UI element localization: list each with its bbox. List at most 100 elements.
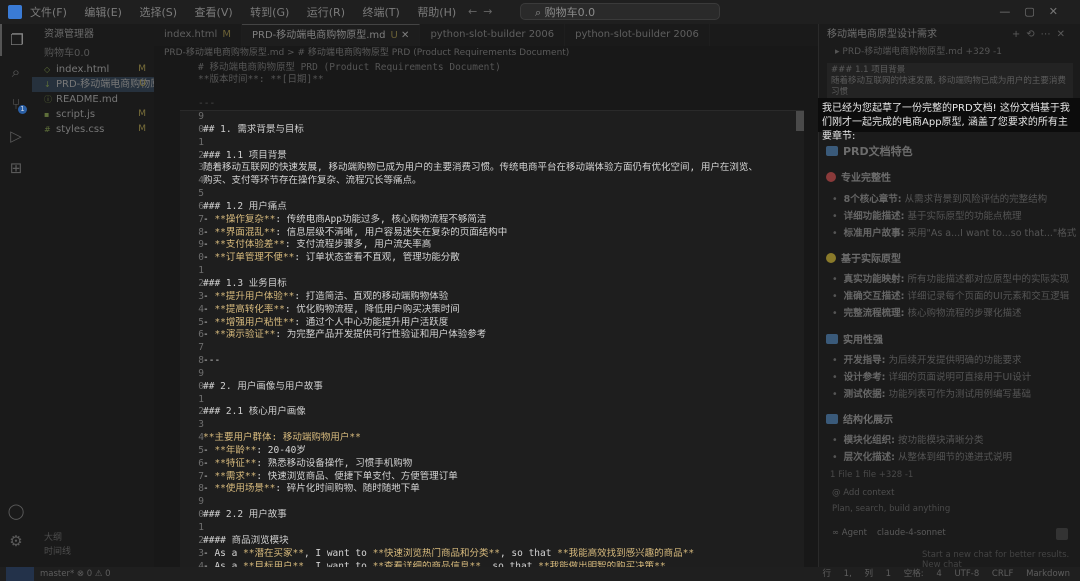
line-number: 2 — [198, 406, 204, 418]
outline-section[interactable]: 大纲 — [44, 531, 71, 545]
code-line[interactable] — [203, 419, 792, 432]
file-item[interactable]: ↓PRD-移动端电商购物原...U — [32, 77, 154, 92]
tab-label: PRD-移动端电商购物原型.md — [251, 30, 386, 41]
window-controls[interactable]: —▢✕ — [999, 5, 1072, 18]
code-line[interactable]: - **需求**: 快速浏览商品、便捷下单支付、方便管理订单 — [203, 471, 792, 484]
code-line[interactable]: ### 1.3 业务目标 — [203, 278, 792, 291]
breadcrumb[interactable]: PRD-移动端电商购物原型.md > # 移动端电商购物原型 PRD (Prod… — [154, 46, 818, 60]
editor-scrollbar[interactable] — [796, 111, 804, 131]
code-line[interactable] — [203, 394, 792, 407]
menu-selection[interactable]: 选择(S) — [139, 6, 177, 19]
chat-toolbar-icons[interactable]: +⟲⋯✕ — [1012, 24, 1071, 46]
list-item: 完整流程梳理: 核心购物流程的步骤化描述 — [832, 305, 1022, 319]
files-changed-summary[interactable]: 1 File 1 file +328 -1 — [830, 470, 913, 480]
code-line[interactable]: - **特征**: 熟悉移动设备操作, 习惯手机购物 — [203, 458, 792, 471]
code-line[interactable] — [203, 111, 792, 124]
code-lines[interactable]: ## 1. 需求背景与目标 ### 1.1 项目背景 随着移动互联网的快速发展, 移… — [203, 111, 792, 567]
tab-slot-builder[interactable]: python-slot-builder 2006 — [420, 24, 566, 46]
code-line[interactable]: - **订单管理不便**: 订单状态查看不直观, 管理功能分散 — [203, 252, 792, 265]
code-line[interactable]: **主要用户群体: 移动端购物用户** — [203, 432, 792, 445]
line-number: 6 — [198, 200, 204, 212]
code-line[interactable]: ## 1. 需求背景与目标 — [203, 124, 792, 137]
activity-bar: ❐ ⌕ ⑂ 1 ▷ ⊞ ◯ ⚙ — [0, 24, 33, 567]
code-line[interactable]: ### 1.1 项目背景 — [203, 150, 792, 163]
send-icon[interactable] — [1056, 528, 1068, 540]
file-item[interactable]: ◇ index.html M — [32, 62, 154, 77]
code-line[interactable]: - **使用场景**: 碎片化时间购物、随时随地下单 — [203, 483, 792, 496]
js-file-icon: ▪ — [44, 110, 50, 119]
line-number: 7 — [198, 342, 204, 354]
list-item: 模块化组织: 按功能模块清晰分类 — [832, 432, 984, 446]
code-line[interactable]: - As a **潜在买家**, I want to **快速浏览热门商品和分类… — [203, 548, 792, 561]
code-editor-panel[interactable]: 901234567890123456789012345678901234 ## … — [180, 110, 804, 567]
status-left: master* ⊗ 0 ⚠ 0 — [6, 567, 111, 581]
tab-prd-md[interactable]: PRD-移动端电商购物原型.md U ✕ — [241, 24, 421, 46]
code-line[interactable]: ## 2. 用户画像与用户故事 — [203, 381, 792, 394]
code-line[interactable]: - **增强用户粘性**: 通过个人中心功能提升用户活跃度 — [203, 317, 792, 330]
code-line[interactable] — [203, 522, 792, 535]
add-context-button[interactable]: @ Add context — [832, 488, 894, 498]
timeline-section[interactable]: 时间线 — [44, 545, 71, 559]
project-folder[interactable]: 购物车0.0 — [32, 46, 154, 62]
section-title: 结构化展示 — [843, 415, 893, 426]
item-bold: 完整流程梳理: — [843, 308, 905, 319]
settings-gear-icon[interactable]: ⚙ — [0, 525, 32, 557]
file-item[interactable]: ⓘ README.md — [32, 92, 154, 107]
tab-slot-builder-2[interactable]: python-slot-builder 2006 — [565, 24, 710, 46]
code-line[interactable] — [203, 496, 792, 509]
menu-run[interactable]: 运行(R) — [307, 6, 345, 19]
file-item[interactable]: # styles.css M — [32, 122, 154, 137]
excerpt-line: ### 1.1 项目背景 — [831, 65, 906, 75]
nav-arrows[interactable]: ←→ — [468, 5, 498, 18]
close-icon[interactable]: ✕ — [401, 30, 409, 41]
code-line[interactable]: 购买、支付等环节存在操作复杂、流程冗长等痛点。 — [203, 175, 792, 188]
code-line[interactable]: - **支付体验差**: 支付流程步骤多, 用户流失率高 — [203, 239, 792, 252]
run-debug-icon[interactable]: ▷ — [0, 120, 32, 152]
tab-index-html[interactable]: index.html M — [154, 24, 242, 46]
chat-input[interactable]: Plan, search, build anything — [832, 504, 950, 514]
excerpt-line: 随着移动互联网的快速发展, 移动端购物已成为用户的主要消费习惯 — [831, 76, 1066, 97]
menu-terminal[interactable]: 终端(T) — [363, 6, 400, 19]
code-line[interactable]: - **提高转化率**: 优化购物流程, 降低用户购买决策时间 — [203, 304, 792, 317]
menu-edit[interactable]: 编辑(E) — [84, 6, 122, 19]
remote-indicator-icon[interactable] — [6, 567, 34, 581]
code-line[interactable] — [203, 368, 792, 381]
source-control-icon[interactable]: ⑂ 1 — [0, 88, 32, 120]
chart-icon — [826, 414, 838, 424]
code-line[interactable] — [203, 188, 792, 201]
menu-help[interactable]: 帮助(H) — [417, 6, 456, 19]
code-line[interactable]: - **提升用户体验**: 打造简洁、直观的移动端购物体验 — [203, 291, 792, 304]
code-line[interactable] — [203, 342, 792, 355]
code-line[interactable]: ### 1.2 用户痛点 — [203, 201, 792, 214]
extensions-icon[interactable]: ⊞ — [0, 152, 32, 184]
target-icon — [826, 172, 836, 182]
code-line[interactable]: - **界面混乱**: 信息层级不清晰, 用户容易迷失在复杂的页面结构中 — [203, 227, 792, 240]
code-line[interactable]: - **年龄**: 20-40岁 — [203, 445, 792, 458]
changed-file-reference[interactable]: ▸ PRD-移动端电商购物原型.md +329 -1 — [819, 46, 1080, 59]
line-number: 9 — [198, 496, 204, 508]
branch-status[interactable]: master* ⊗ 0 ⚠ 0 — [40, 569, 111, 579]
app-logo-icon — [8, 5, 22, 19]
menu-go[interactable]: 转到(G) — [250, 6, 289, 19]
file-item[interactable]: ▪ script.js M — [32, 107, 154, 122]
explorer-icon[interactable]: ❐ — [0, 24, 32, 56]
code-line[interactable]: 随着移动互联网的快速发展, 移动端购物已成为用户的主要消费习惯。传统电商平台在移… — [203, 162, 792, 175]
command-center-search[interactable]: ⌕ 购物车0.0 — [520, 3, 720, 20]
code-line[interactable]: --- — [203, 355, 792, 368]
menu-file[interactable]: 文件(F) — [30, 6, 67, 19]
line-number: 7 — [198, 213, 204, 225]
code-line[interactable]: #### 商品浏览模块 — [203, 535, 792, 548]
code-line[interactable]: - **演示验证**: 为完整产品开发提供可行性验证和用户体验参考 — [203, 329, 792, 342]
code-line[interactable]: - **操作复杂**: 传统电商App功能过多, 核心购物流程不够简洁 — [203, 214, 792, 227]
menu-view[interactable]: 查看(V) — [195, 6, 233, 19]
status-right[interactable]: 行 1, 列 1 空格: 4 UTF-8 CRLF Markdown — [822, 567, 1070, 581]
code-line[interactable]: ### 2.2 用户故事 — [203, 509, 792, 522]
code-line[interactable] — [203, 265, 792, 278]
account-icon[interactable]: ◯ — [0, 495, 32, 527]
code-line[interactable] — [203, 137, 792, 150]
code-line[interactable]: ### 2.1 核心用户画像 — [203, 406, 792, 419]
agent-mode-select[interactable]: Agent — [842, 528, 867, 538]
model-select[interactable]: claude-4-sonnet — [877, 528, 946, 538]
line-number: 6 — [198, 329, 204, 341]
search-icon[interactable]: ⌕ — [0, 56, 32, 88]
